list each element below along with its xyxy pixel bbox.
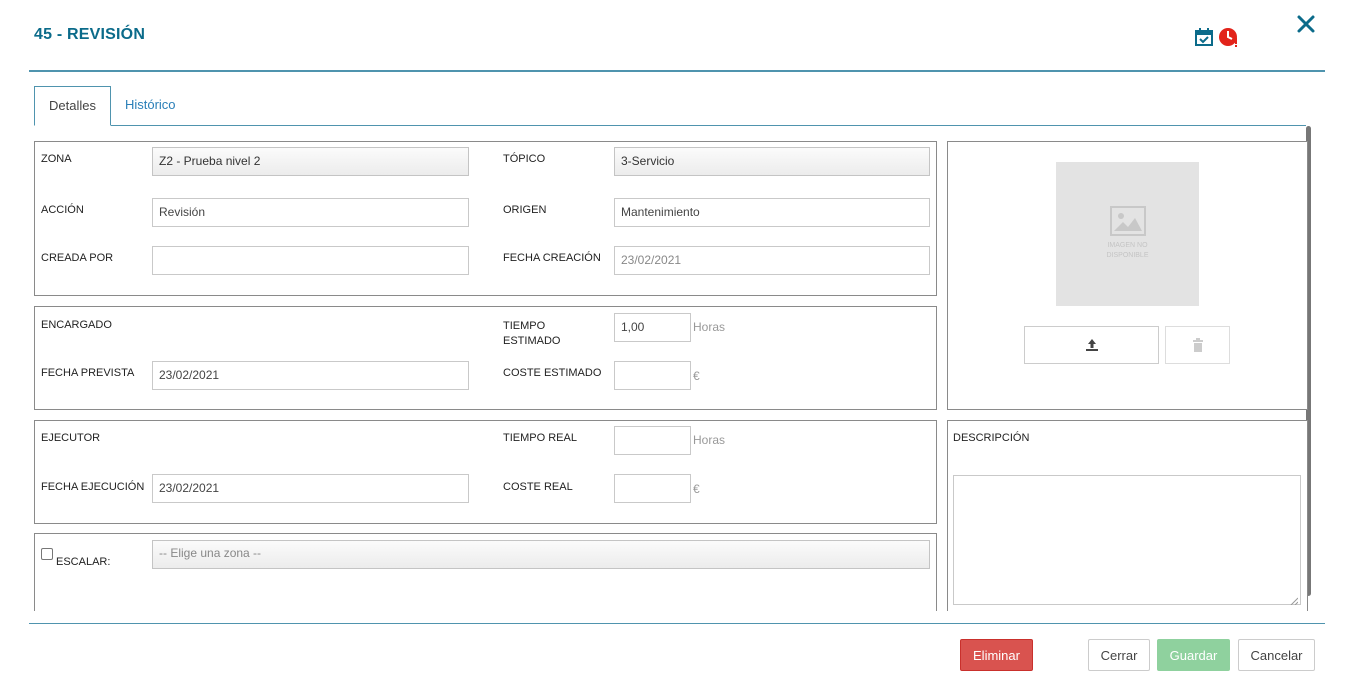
cerrar-button[interactable]: Cerrar	[1088, 639, 1150, 671]
descripcion-label: DESCRIPCIÓN	[953, 432, 1030, 444]
tiempo-estimado-input[interactable]: 1,00	[614, 313, 691, 342]
fecha-prevista-label: FECHA PREVISTA	[41, 367, 135, 379]
upload-image-button[interactable]	[1024, 326, 1159, 364]
coste-estimado-label: COSTE ESTIMADO	[503, 367, 602, 379]
tiempo-real-unit: Horas	[693, 433, 726, 447]
tiempo-estimado-unit: Horas	[693, 320, 726, 334]
tiempo-estimado-label: TIEMPO ESTIMADO	[503, 319, 560, 349]
tiempo-real-input[interactable]	[614, 426, 691, 455]
planning-panel	[34, 306, 937, 410]
accion-label: ACCIÓN	[41, 204, 84, 216]
fecha-prevista-input[interactable]: 23/02/2021	[152, 361, 469, 390]
tab-detalles[interactable]: Detalles	[34, 86, 111, 126]
image-placeholder-line1: IMAGEN NO	[1107, 242, 1148, 249]
coste-real-label: COSTE REAL	[503, 481, 573, 493]
fecha-creacion-input[interactable]: 23/02/2021	[614, 246, 930, 275]
header-divider	[29, 70, 1325, 72]
coste-estimado-unit: €	[693, 369, 700, 383]
creada-por-label: CREADA POR	[41, 252, 114, 264]
fecha-ejecucion-label: FECHA EJECUCIÓN	[41, 481, 145, 493]
zona-label: ZONA	[41, 153, 72, 165]
header-icons	[1194, 26, 1240, 48]
creada-por-input[interactable]	[152, 246, 469, 275]
modal-title: 45 - REVISIÓN	[34, 26, 146, 43]
ejecutor-label: EJECUTOR	[41, 432, 101, 444]
image-placeholder-line2: DISPONIBLE	[1106, 252, 1149, 259]
tab-bar: Detalles Histórico	[34, 86, 190, 126]
cancelar-button[interactable]: Cancelar	[1238, 639, 1315, 671]
accion-input[interactable]: Revisión	[152, 198, 469, 227]
topico-select[interactable]: 3-Servicio	[614, 147, 930, 176]
escalar-checkbox[interactable]	[41, 548, 53, 560]
execution-panel	[34, 420, 937, 524]
tab-historico[interactable]: Histórico	[111, 86, 190, 126]
coste-estimado-input[interactable]	[614, 361, 691, 390]
delete-image-button[interactable]	[1165, 326, 1230, 364]
fecha-ejecucion-input[interactable]: 23/02/2021	[152, 474, 469, 503]
tiempo-real-label: TIEMPO REAL	[503, 432, 577, 444]
eliminar-button[interactable]: Eliminar	[960, 639, 1033, 671]
escalar-label: ESCALAR:	[56, 556, 111, 568]
upload-icon	[1085, 338, 1099, 352]
coste-real-unit: €	[693, 482, 700, 496]
encargado-label: ENCARGADO	[41, 319, 112, 331]
coste-real-input[interactable]	[614, 474, 691, 503]
origen-input[interactable]: Mantenimiento	[614, 198, 930, 227]
origen-label: ORIGEN	[503, 204, 547, 216]
image-placeholder-text: IMAGEN NO DISPONIBLE	[1056, 241, 1199, 261]
trash-icon	[1192, 338, 1204, 352]
footer-divider	[29, 623, 1325, 624]
tiempo-estimado-label-line1: TIEMPO	[503, 320, 546, 332]
descripcion-textarea[interactable]	[953, 475, 1301, 606]
resize-handle-icon[interactable]	[1290, 594, 1299, 606]
tabs-divider	[34, 125, 1306, 126]
escalar-zona-select[interactable]: -- Elige una zona --	[152, 540, 930, 569]
tiempo-estimado-label-line2: ESTIMADO	[503, 335, 561, 347]
close-icon[interactable]	[1294, 12, 1318, 36]
guardar-button[interactable]: Guardar	[1157, 639, 1230, 671]
zona-select[interactable]: Z2 - Prueba nivel 2	[152, 147, 469, 176]
clock-alert-icon[interactable]	[1218, 26, 1240, 48]
topico-label: TÓPICO	[503, 153, 546, 165]
calendar-check-icon[interactable]	[1194, 27, 1214, 47]
fecha-creacion-label: FECHA CREACIÓN	[503, 252, 601, 264]
image-icon	[1110, 206, 1146, 236]
image-placeholder: IMAGEN NO DISPONIBLE	[1056, 162, 1199, 306]
